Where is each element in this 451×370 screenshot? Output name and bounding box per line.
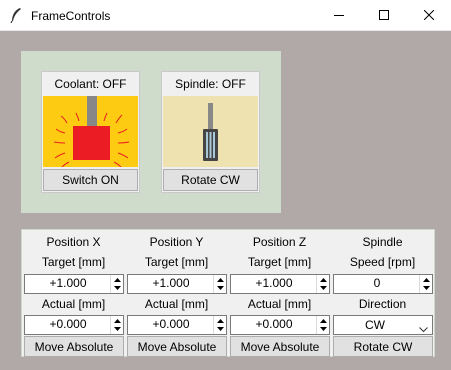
motion-controls-frame: Position X Target [mm] +1.000 Actual [mm… (21, 229, 435, 357)
spinbox-arrows-icon[interactable] (110, 316, 123, 334)
spindle-direction-value: CW (365, 318, 385, 332)
position-y-actual-spinbox[interactable]: +0.000 (127, 315, 227, 335)
position-x-actual-label: Actual [mm] (41, 297, 106, 311)
title-bar: FrameControls (0, 0, 451, 31)
spindle-direction-label: Direction (358, 297, 407, 311)
position-z-target-label: Target [mm] (247, 255, 312, 269)
position-z-move-button[interactable]: Move Absolute (230, 336, 330, 357)
close-icon (423, 10, 434, 20)
chevron-down-icon (419, 322, 428, 336)
spindle-status-label: Spindle: OFF (175, 77, 246, 91)
spindle-speed-value: 0 (373, 276, 381, 290)
spindle-image (163, 96, 258, 167)
spinbox-arrows-icon[interactable] (213, 316, 226, 334)
position-z-actual-value: +0.000 (255, 317, 293, 331)
spinbox-arrows-icon[interactable] (213, 275, 226, 293)
status-frame: Coolant: OFF Switch ON Spindle: OFF Rota… (21, 51, 281, 213)
position-z-title: Position Z (252, 235, 307, 249)
coolant-card: Coolant: OFF Switch ON (41, 71, 140, 193)
spindle-speed-spinbox[interactable]: 0 (333, 274, 433, 294)
position-x-move-button[interactable]: Move Absolute (24, 336, 124, 357)
position-y-column: Position Y Target [mm] +1.000 Actual [mm… (126, 232, 227, 357)
coolant-image (43, 96, 138, 168)
position-z-column: Position Z Target [mm] +1.000 Actual [mm… (229, 232, 330, 357)
spinbox-arrows-icon[interactable] (110, 275, 123, 293)
spinbox-arrows-icon[interactable] (316, 275, 329, 293)
minimize-button[interactable] (316, 0, 361, 30)
window-title: FrameControls (31, 9, 111, 23)
spindle-rotate-button[interactable]: Rotate CW (163, 169, 258, 191)
spindle-card: Spindle: OFF Rotate CW (161, 71, 260, 193)
spinbox-arrows-icon[interactable] (316, 316, 329, 334)
spindle-title: Spindle (362, 235, 403, 249)
minimize-icon (333, 15, 344, 16)
position-y-target-value: +1.000 (152, 276, 190, 290)
maximize-button[interactable] (361, 0, 406, 30)
position-y-target-label: Target [mm] (144, 255, 209, 269)
position-x-actual-value: +0.000 (49, 317, 87, 331)
position-x-actual-spinbox[interactable]: +0.000 (24, 315, 124, 335)
position-x-title: Position X (46, 235, 101, 249)
position-y-move-button[interactable]: Move Absolute (127, 336, 227, 357)
position-y-target-spinbox[interactable]: +1.000 (127, 274, 227, 294)
coolant-switch-button[interactable]: Switch ON (43, 169, 138, 191)
position-y-actual-label: Actual [mm] (144, 297, 209, 311)
position-y-title: Position Y (149, 235, 204, 249)
position-z-target-spinbox[interactable]: +1.000 (230, 274, 330, 294)
position-z-target-value: +1.000 (255, 276, 293, 290)
position-z-actual-spinbox[interactable]: +0.000 (230, 315, 330, 335)
position-y-actual-value: +0.000 (152, 317, 190, 331)
spindle-direction-select[interactable]: CW (333, 315, 433, 335)
position-z-actual-label: Actual [mm] (247, 297, 312, 311)
spindle-column: Spindle Speed [rpm] 0 Direction CW Rotat… (332, 232, 433, 357)
position-x-target-spinbox[interactable]: +1.000 (24, 274, 124, 294)
coolant-status-label: Coolant: OFF (54, 77, 127, 91)
spinbox-arrows-icon[interactable] (419, 275, 432, 293)
maximize-icon (378, 10, 389, 20)
position-x-target-label: Target [mm] (41, 255, 106, 269)
spindle-speed-label: Speed [rpm] (349, 255, 416, 269)
feather-icon (9, 7, 23, 24)
spindle-rotate-cw-button[interactable]: Rotate CW (333, 336, 433, 357)
position-x-target-value: +1.000 (49, 276, 87, 290)
close-button[interactable] (406, 0, 451, 30)
position-x-column: Position X Target [mm] +1.000 Actual [mm… (23, 232, 124, 357)
